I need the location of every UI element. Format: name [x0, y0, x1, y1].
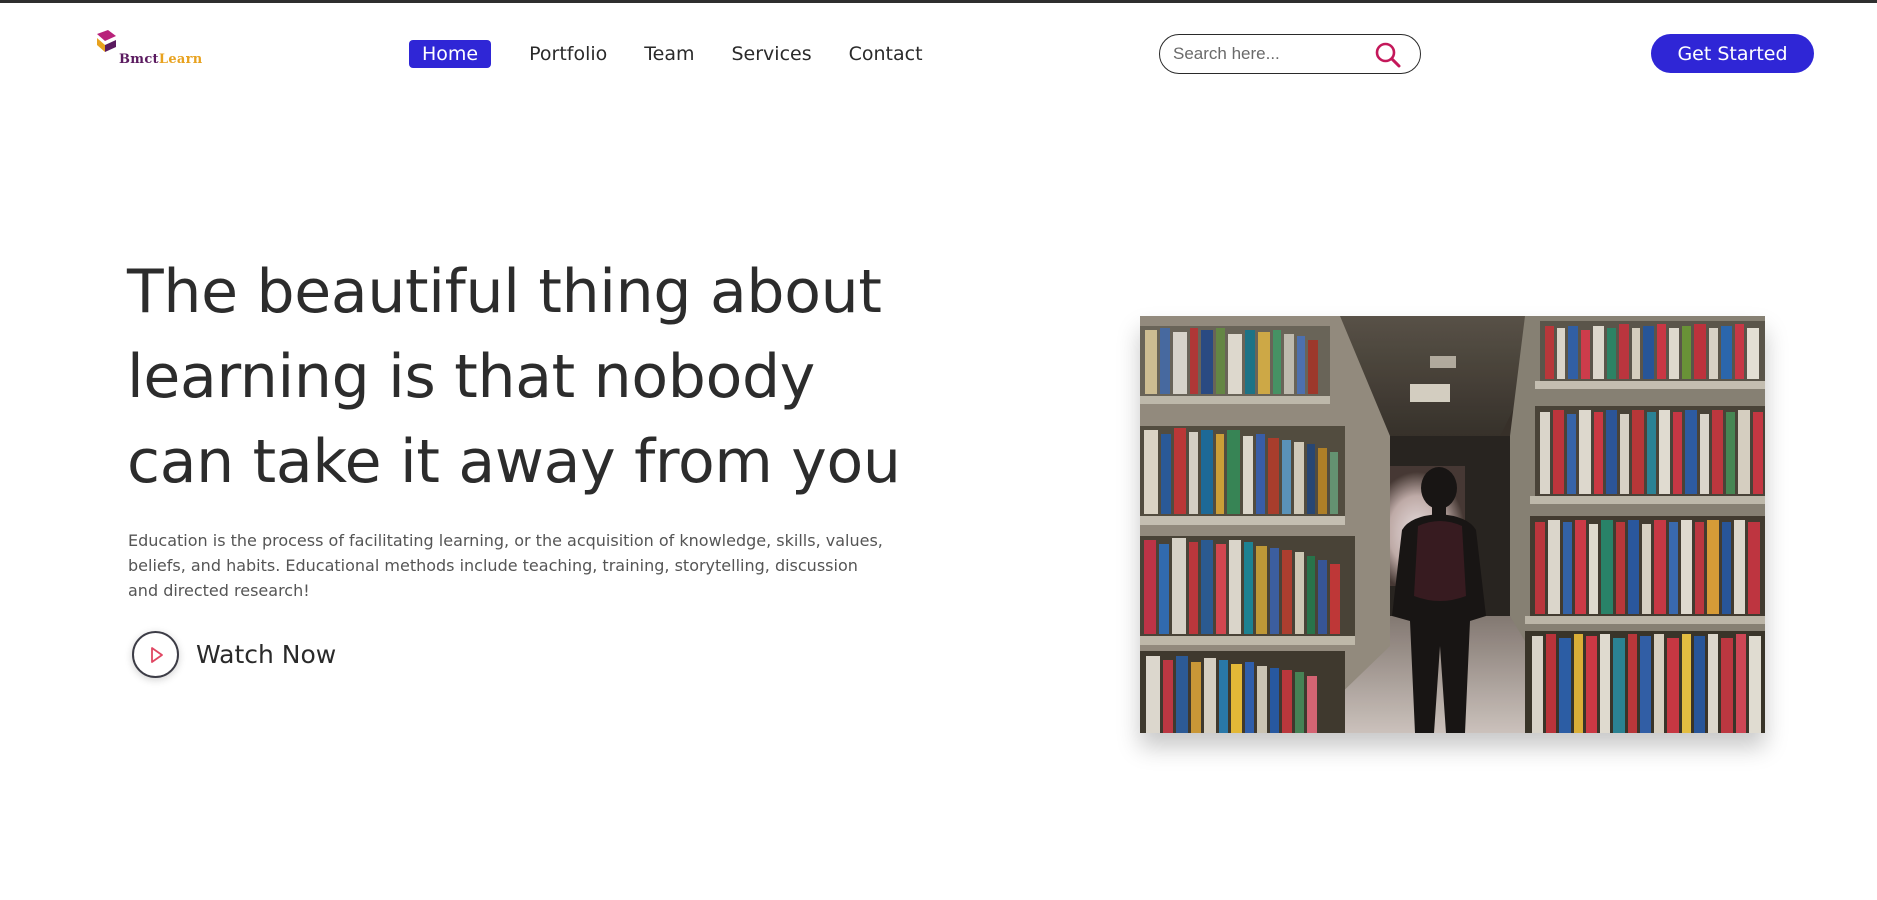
brand-name-part1: Bmct [119, 52, 159, 67]
nav-item-services[interactable]: Services [732, 40, 812, 68]
brand-logo[interactable]: BmctLearn [94, 28, 214, 72]
play-icon [150, 646, 163, 663]
watch-now-label: Watch Now [196, 640, 337, 669]
main-nav: Home Portfolio Team Services Contact [409, 40, 960, 68]
nav-item-contact[interactable]: Contact [849, 40, 923, 68]
top-border [0, 0, 1877, 3]
watch-now-button[interactable]: Watch Now [132, 631, 336, 678]
hero-description: Education is the process of facilitating… [128, 531, 883, 600]
nav-item-team[interactable]: Team [644, 40, 694, 68]
search-input[interactable] [1173, 44, 1373, 64]
brand-name: BmctLearn [119, 52, 203, 67]
nav-item-home[interactable]: Home [409, 40, 492, 68]
hero-image [1140, 316, 1765, 733]
get-started-button[interactable]: Get Started [1651, 34, 1814, 73]
nav-item-portfolio[interactable]: Portfolio [529, 40, 607, 68]
brand-name-part2: Learn [158, 52, 203, 67]
library-aisle-photo [1140, 316, 1765, 733]
play-button[interactable] [132, 631, 179, 678]
search-box [1159, 34, 1421, 74]
search-icon[interactable] [1374, 41, 1402, 69]
hero-title: The beautiful thing about learning is th… [127, 257, 901, 497]
